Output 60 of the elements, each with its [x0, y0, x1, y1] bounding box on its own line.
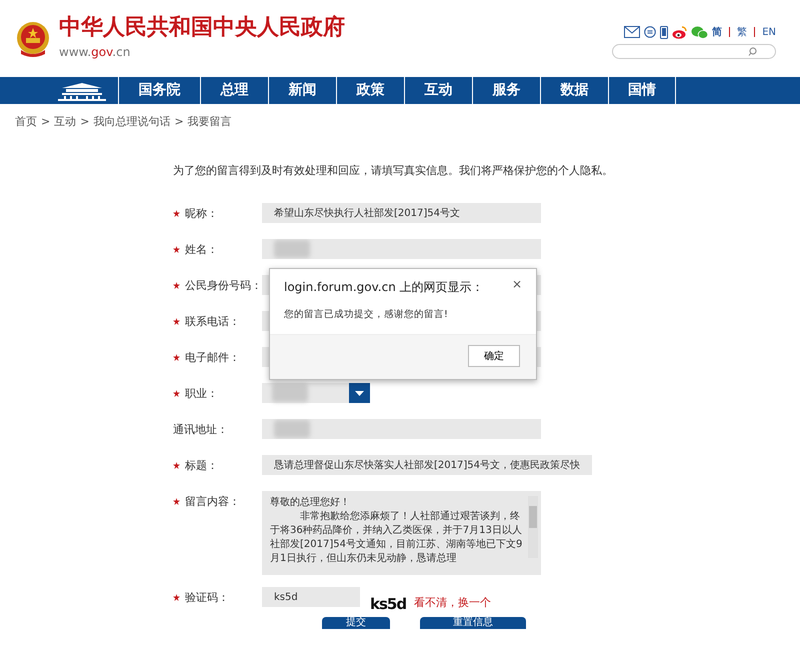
breadcrumb-link[interactable]: 首页: [15, 114, 37, 130]
site-domain: www.gov.cn: [59, 44, 132, 60]
breadcrumb-separator: >: [174, 114, 184, 130]
emblem-icon: [15, 20, 51, 58]
field-label: 电子邮件：: [185, 350, 240, 366]
nav-tab[interactable]: 服务: [472, 77, 540, 104]
refresh-captcha-link[interactable]: 看不清，换一个: [414, 595, 492, 612]
breadcrumb-link[interactable]: 我向总理说句话: [93, 114, 170, 130]
breadcrumb-separator: >: [80, 114, 90, 130]
building-icon: [58, 80, 106, 100]
field-label: 职业：: [185, 386, 218, 402]
field-label: 昵称：: [185, 206, 218, 222]
nav-tab[interactable]: 数据: [540, 77, 608, 104]
close-button[interactable]: ×: [512, 278, 522, 290]
field-label: 留言内容：: [185, 494, 240, 510]
reset-button[interactable]: 重置信息: [420, 617, 526, 629]
breadcrumb-separator: >: [41, 114, 50, 130]
nav-tab[interactable]: 互动: [404, 77, 472, 104]
input-field[interactable]: [262, 347, 269, 367]
caret-icon: [355, 390, 364, 396]
dialog-title: login.forum.gov.cn 上的网页显示：: [284, 279, 484, 296]
field-label: 标题：: [185, 458, 218, 474]
dropdown-button[interactable]: [349, 383, 370, 403]
scrollbar[interactable]: [528, 496, 538, 558]
chat-bubble-icon[interactable]: [644, 26, 656, 38]
select-field[interactable]: [262, 383, 349, 403]
language-link[interactable]: EN: [762, 24, 776, 40]
input-field[interactable]: ks5d: [262, 587, 360, 607]
input-field[interactable]: 恳请总理督促山东尽快落实人社部发[2017]54号文，使惠民政策尽快: [262, 455, 592, 475]
captcha-image: ks5d: [370, 594, 406, 615]
mail-icon[interactable]: [624, 26, 640, 38]
ok-button[interactable]: 确定: [468, 345, 520, 368]
weibo-icon[interactable]: [672, 26, 688, 38]
input-field[interactable]: [262, 275, 269, 295]
field-label: 公民身份号码：: [185, 278, 262, 294]
nav-tab[interactable]: 国务院: [118, 77, 200, 104]
language-link[interactable]: 简: [712, 24, 722, 40]
field-label: 通讯地址：: [173, 422, 228, 438]
nav-tab[interactable]: 总理: [200, 77, 268, 104]
input-field[interactable]: [262, 419, 541, 439]
nav-tab[interactable]: 国情: [608, 77, 676, 104]
textarea-field[interactable]: 尊敬的总理您好！ 非常抱歉给您添麻烦了！人社部通过艰苦谈判，终于将36种药品降价，并纳入乙类医保，并于7月13日以人社部发[2017]54号文通知，目前江苏、湖南等地已下文9月1日执行，但山东仍未见动静，恳请总理: [262, 491, 541, 575]
input-field[interactable]: [262, 311, 269, 331]
intro-text: 为了您的留言得到及时有效处理和回应，请填写真实信息。我们将严格保护您的个人隐私。: [173, 162, 614, 178]
breadcrumb-link[interactable]: 互动: [54, 114, 76, 130]
input-field[interactable]: 希望山东尽快执行人社部发[2017]54号文: [262, 203, 541, 223]
phone-icon[interactable]: [660, 26, 668, 38]
field-label: 联系电话：: [185, 314, 240, 330]
field-label: 姓名：: [185, 242, 218, 258]
search-icon: [748, 46, 757, 56]
input-field[interactable]: [262, 239, 541, 259]
field-label: 验证码：: [185, 590, 229, 606]
submit-button[interactable]: 提交: [322, 617, 390, 629]
site-title: 中华人民共和国中央人民政府: [59, 16, 345, 38]
breadcrumb-link[interactable]: 我要留言: [188, 114, 232, 130]
wechat-icon[interactable]: [691, 26, 708, 38]
nav-tab[interactable]: 新闻: [268, 77, 336, 104]
nav-tab[interactable]: 政策: [336, 77, 404, 104]
language-link[interactable]: 繁: [737, 24, 748, 40]
search-field[interactable]: [612, 44, 776, 58]
